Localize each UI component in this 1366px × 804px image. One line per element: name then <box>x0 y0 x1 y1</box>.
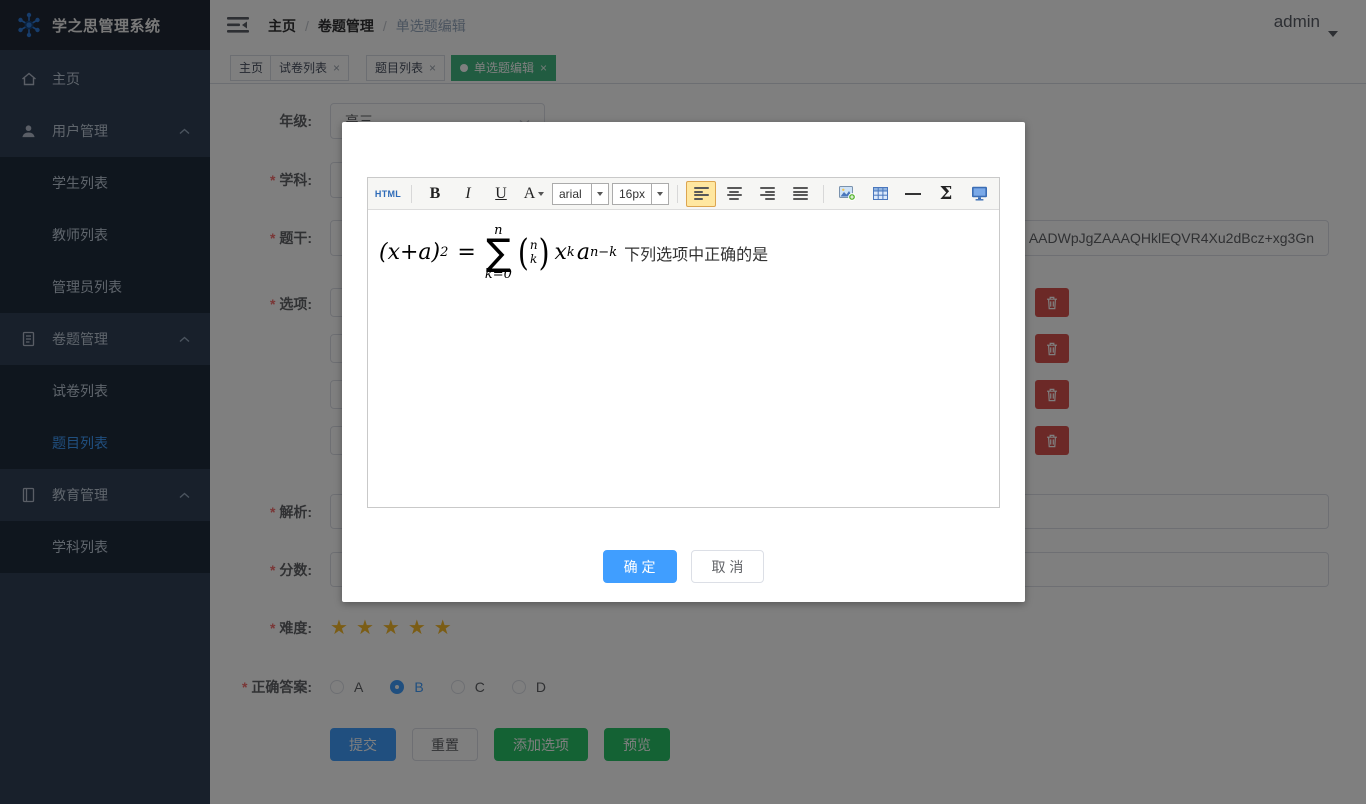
font-color-letter: A <box>524 185 536 203</box>
confirm-button[interactable]: 确 定 <box>603 550 677 583</box>
align-center-icon <box>727 187 742 200</box>
cancel-button[interactable]: 取 消 <box>691 550 765 583</box>
font-color-button[interactable]: A <box>519 181 549 207</box>
formula-lhs: (x+a) <box>379 240 440 265</box>
horizontal-rule-button[interactable] <box>898 181 928 207</box>
caret-down-icon <box>657 192 663 196</box>
insert-table-button[interactable] <box>865 181 895 207</box>
italic-button[interactable]: I <box>453 181 483 207</box>
underline-button[interactable]: U <box>486 181 516 207</box>
fullscreen-button[interactable] <box>964 181 994 207</box>
binomial-top: n <box>530 239 538 253</box>
binomial-stack: n k <box>530 239 538 267</box>
font-family-value: arial <box>553 187 588 201</box>
insert-image-button[interactable] <box>832 181 862 207</box>
toolbar-divider <box>677 185 678 203</box>
font-size-value: 16px <box>613 187 651 201</box>
binomial-coefficient: ( n k ) <box>518 236 550 269</box>
formula-button[interactable]: Σ <box>931 181 961 207</box>
align-left-icon <box>694 187 709 200</box>
align-center-button[interactable] <box>719 181 749 207</box>
dialog-actions: 确 定 取 消 <box>342 550 1025 583</box>
toolbar-divider <box>411 185 412 203</box>
editor-toolbar: HTML B I U A arial 16px <box>368 178 999 210</box>
formula-x: x <box>555 240 567 265</box>
align-right-button[interactable] <box>752 181 782 207</box>
editor-content-area[interactable]: (x+a)2 = n ∑ k=0 ( n k ) <box>368 210 999 508</box>
sigma-symbol: ∑ <box>486 237 511 268</box>
fullscreen-monitor-icon <box>971 186 988 201</box>
summation: n ∑ k=0 <box>485 224 512 281</box>
align-justify-button[interactable] <box>785 181 815 207</box>
app-screen: 学之思管理系统 主页 用户管理 学生列表 教师列表 管理 <box>0 0 1366 804</box>
align-right-icon <box>760 187 775 200</box>
horizontal-rule-icon <box>905 192 921 196</box>
formula-a: a <box>577 240 590 265</box>
math-formula: (x+a)2 = n ∑ k=0 ( n k ) <box>379 224 988 281</box>
question-text: 下列选项中正确的是 <box>624 241 768 265</box>
table-icon <box>873 187 888 200</box>
sum-lower-limit: k=0 <box>485 268 512 281</box>
caret-down-icon <box>538 192 544 196</box>
font-size-select[interactable]: 16px <box>612 183 669 205</box>
open-paren: ( <box>518 231 529 274</box>
caret-down-icon <box>597 192 603 196</box>
html-source-button[interactable]: HTML <box>373 181 403 207</box>
image-icon <box>839 186 856 201</box>
rich-text-editor: HTML B I U A arial 16px <box>367 177 1000 508</box>
bold-button[interactable]: B <box>420 181 450 207</box>
formula-equals: = <box>457 240 475 265</box>
formula-a-exponent: n−k <box>590 245 617 260</box>
rich-text-editor-dialog: HTML B I U A arial 16px <box>342 122 1025 602</box>
formula-x-exponent: k <box>567 245 575 260</box>
close-paren: ) <box>539 231 550 274</box>
toolbar-divider <box>823 185 824 203</box>
align-justify-icon <box>793 187 808 200</box>
formula-lhs-exponent: 2 <box>440 245 448 260</box>
binomial-bottom: k <box>530 253 537 267</box>
select-arrow-button[interactable] <box>591 184 608 204</box>
font-family-select[interactable]: arial <box>552 183 609 205</box>
select-arrow-button[interactable] <box>651 184 668 204</box>
align-left-button[interactable] <box>686 181 716 207</box>
